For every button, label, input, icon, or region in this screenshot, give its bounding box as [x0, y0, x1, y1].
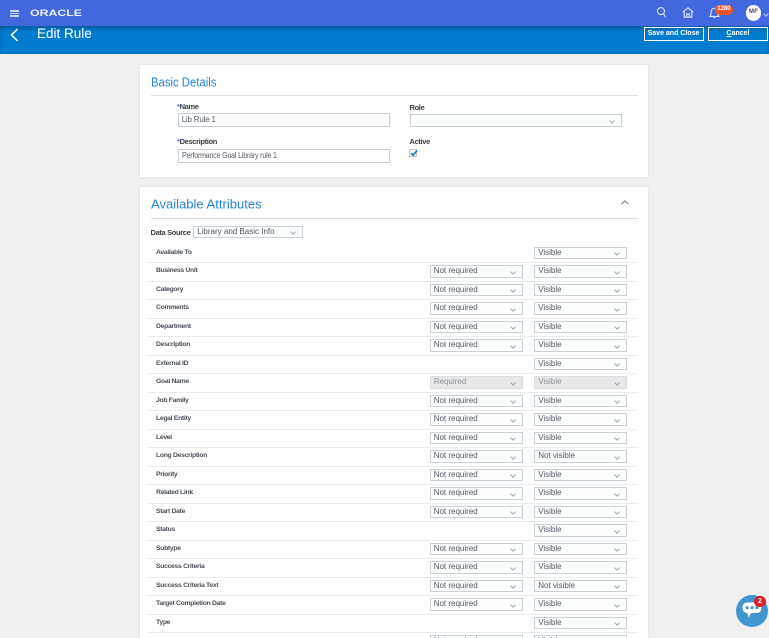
svg-text:Available Attributes: Available Attributes	[151, 199, 262, 212]
svg-text:Basic Details: Basic Details	[151, 77, 217, 90]
svg-text:ORACLE: ORACLE	[30, 8, 82, 18]
